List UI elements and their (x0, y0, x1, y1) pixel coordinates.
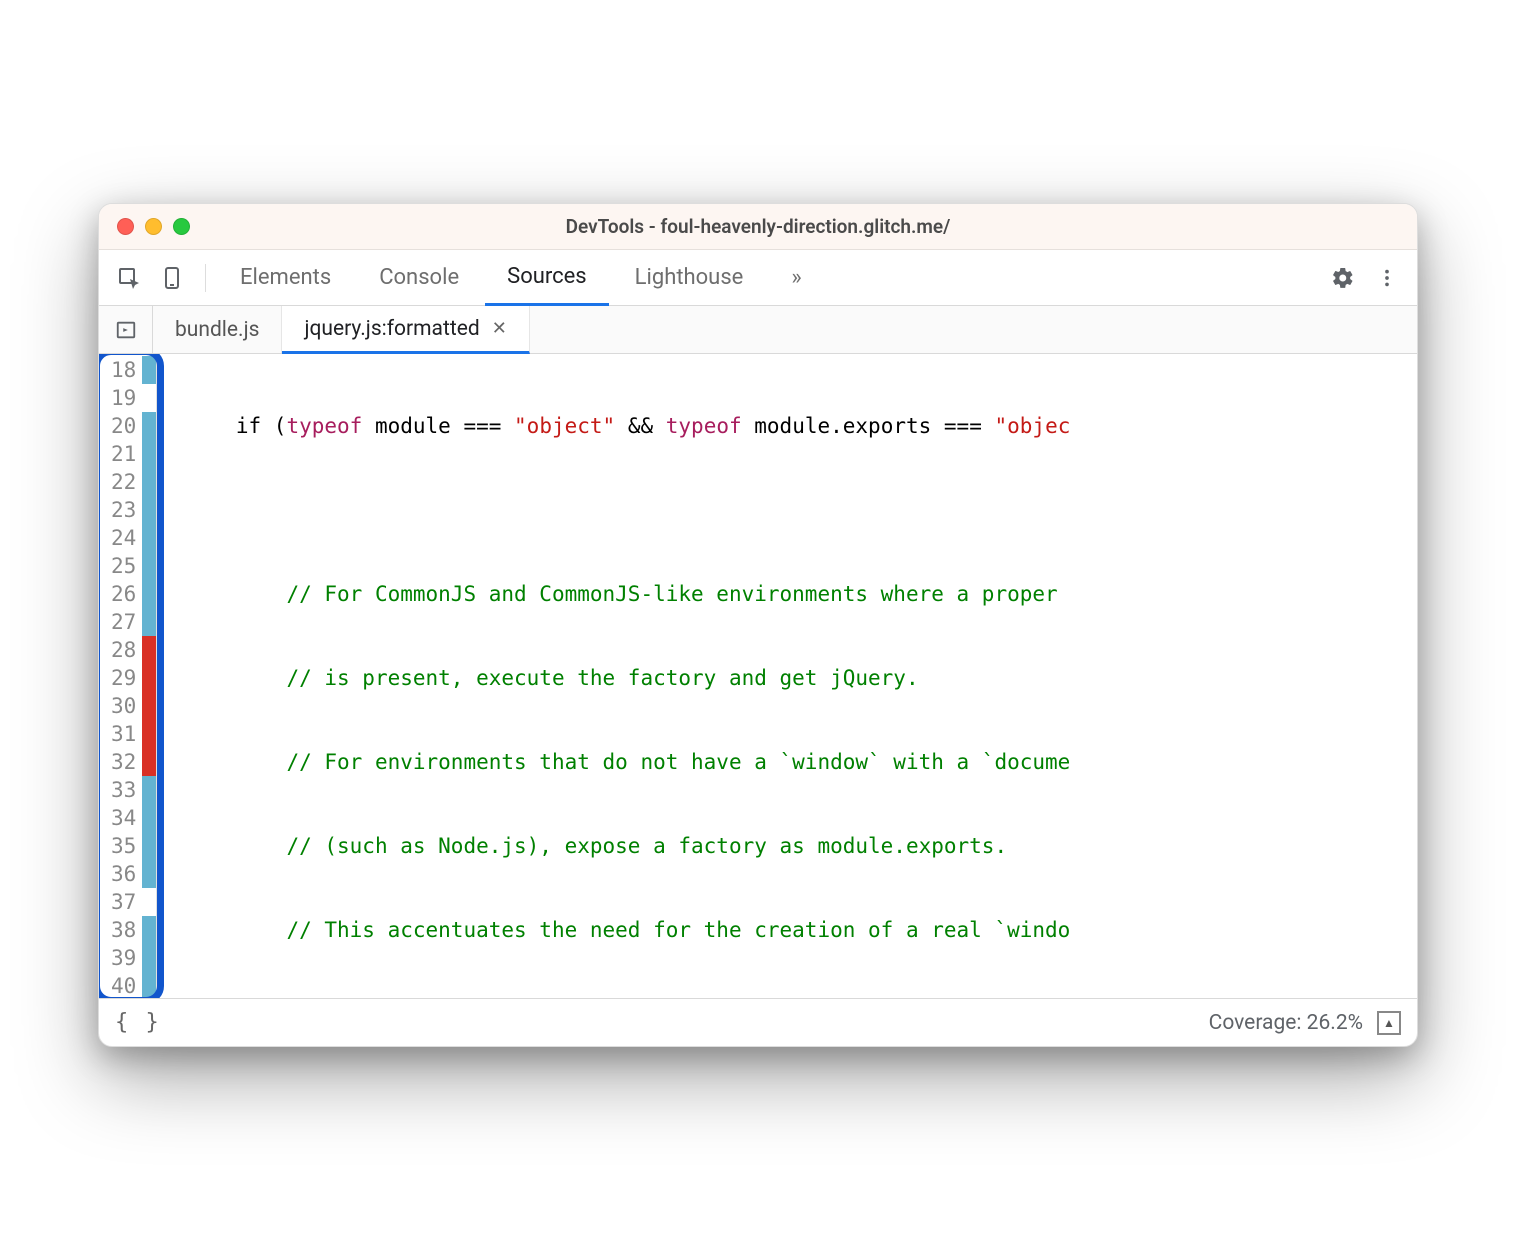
coverage-marker (142, 384, 156, 412)
titlebar: DevTools - foul-heavenly-direction.glitc… (99, 204, 1417, 250)
coverage-marker (142, 496, 156, 524)
file-tab-label: bundle.js (175, 318, 259, 342)
window-title: DevTools - foul-heavenly-direction.glitc… (99, 215, 1417, 238)
coverage-column (142, 356, 156, 998)
coverage-marker (142, 916, 156, 944)
coverage-status: Coverage: 26.2% (1209, 1011, 1363, 1035)
coverage-marker (142, 888, 156, 916)
coverage-marker (142, 524, 156, 552)
file-tab-jquery[interactable]: jquery.js:formatted ✕ (282, 306, 529, 354)
coverage-marker (142, 944, 156, 972)
gutter: 18 19 20 21 22 23 24 25 26 27 28 29 30 3… (99, 354, 157, 998)
coverage-marker (142, 580, 156, 608)
pretty-print-icon[interactable]: { } (115, 1010, 161, 1035)
devtools-toolbar: Elements Console Sources Lighthouse » (99, 250, 1417, 306)
tab-sources[interactable]: Sources (485, 251, 609, 306)
coverage-marker (142, 972, 156, 998)
tab-elements[interactable]: Elements (218, 250, 353, 305)
file-tab-label: jquery.js:formatted (304, 317, 479, 341)
coverage-marker (142, 664, 156, 692)
coverage-marker (142, 636, 156, 664)
tab-console[interactable]: Console (357, 250, 481, 305)
coverage-marker (142, 804, 156, 832)
code-editor: 18 19 20 21 22 23 24 25 26 27 28 29 30 3… (99, 354, 1417, 998)
navigator-toggle-icon[interactable] (99, 306, 153, 353)
code-content[interactable]: if (typeof module === "object" && typeof… (157, 354, 1417, 998)
close-tab-icon[interactable]: ✕ (492, 318, 507, 339)
file-tab-bundle[interactable]: bundle.js (153, 306, 282, 353)
coverage-marker (142, 720, 156, 748)
file-tabs-bar: bundle.js jquery.js:formatted ✕ (99, 306, 1417, 354)
coverage-marker (142, 412, 156, 440)
coverage-marker (142, 776, 156, 804)
settings-gear-icon[interactable] (1323, 258, 1363, 298)
separator (205, 264, 206, 292)
coverage-marker (142, 748, 156, 776)
coverage-marker (142, 608, 156, 636)
status-bar: { } Coverage: 26.2% (99, 998, 1417, 1046)
more-tabs-button[interactable]: » (769, 250, 823, 305)
coverage-marker (142, 692, 156, 720)
coverage-marker (142, 552, 156, 580)
toggle-device-icon[interactable] (153, 258, 193, 298)
show-drawer-icon[interactable] (1377, 1011, 1401, 1035)
coverage-marker (142, 440, 156, 468)
tab-lighthouse[interactable]: Lighthouse (613, 250, 766, 305)
coverage-marker (142, 356, 156, 384)
coverage-marker (142, 860, 156, 888)
coverage-marker (142, 468, 156, 496)
kebab-menu-icon[interactable] (1367, 258, 1407, 298)
devtools-window: DevTools - foul-heavenly-direction.glitc… (98, 203, 1418, 1047)
line-numbers: 18 19 20 21 22 23 24 25 26 27 28 29 30 3… (99, 356, 142, 998)
inspect-element-icon[interactable] (109, 258, 149, 298)
coverage-marker (142, 832, 156, 860)
